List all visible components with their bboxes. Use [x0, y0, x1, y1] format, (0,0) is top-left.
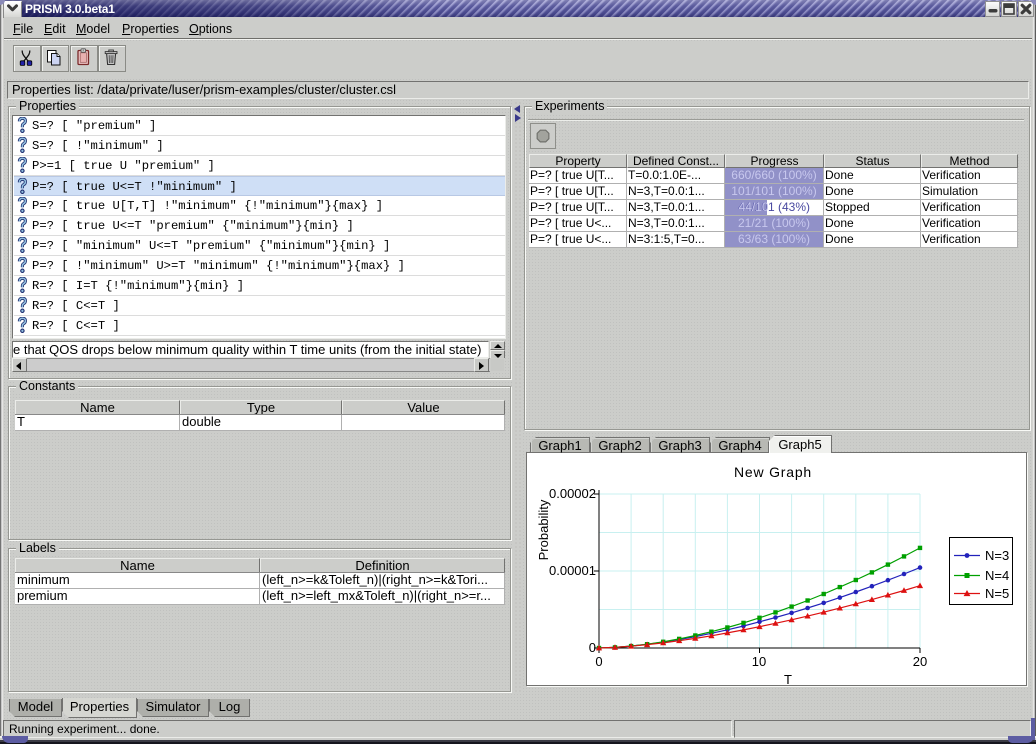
- svg-text:0.00002: 0.00002: [549, 486, 596, 501]
- svg-text:Probability: Probability: [536, 499, 551, 560]
- svg-text:10: 10: [752, 654, 766, 669]
- svg-text:0.00001: 0.00001: [549, 563, 596, 578]
- svg-text:0: 0: [589, 640, 596, 655]
- svg-text:New Graph: New Graph: [734, 464, 812, 480]
- svg-text:0: 0: [595, 654, 602, 669]
- svg-text:N=4: N=4: [985, 568, 1009, 583]
- svg-text:T: T: [784, 672, 792, 685]
- svg-text:N=3: N=3: [985, 548, 1009, 563]
- svg-text:N=5: N=5: [985, 586, 1009, 601]
- svg-text:20: 20: [913, 654, 927, 669]
